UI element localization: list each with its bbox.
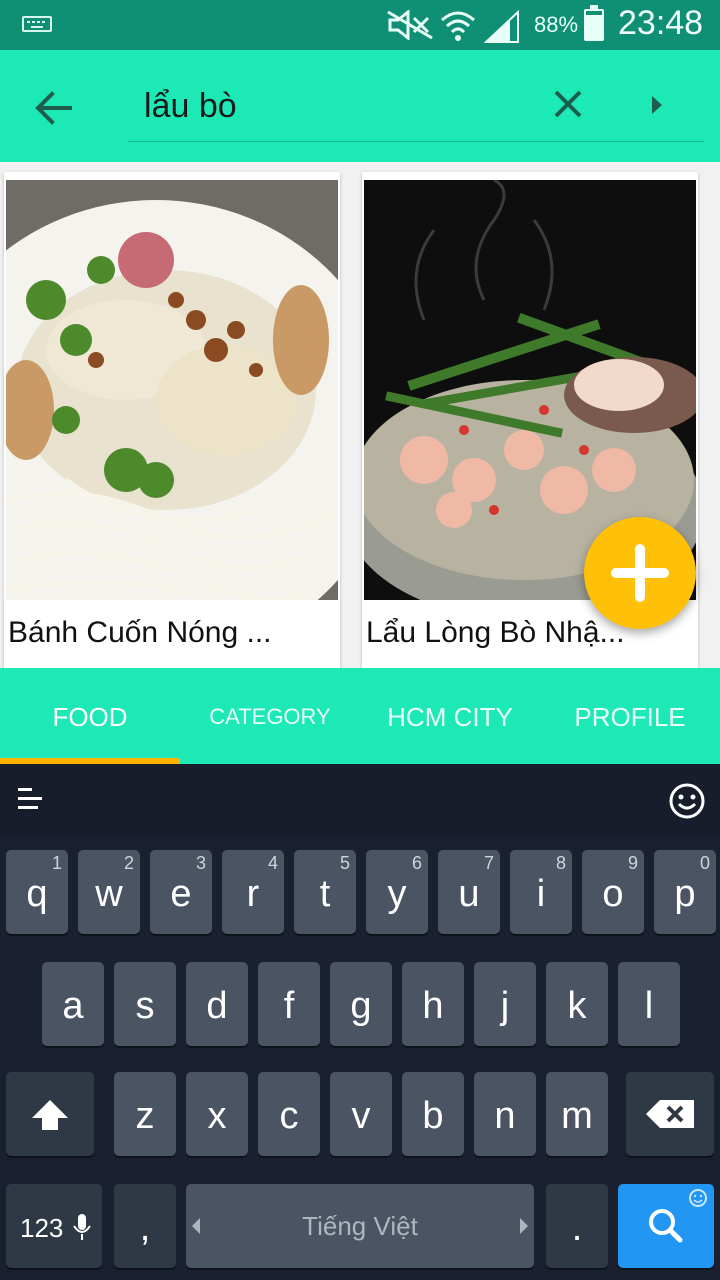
key-char: e [170, 873, 192, 915]
emoji-icon[interactable] [668, 782, 706, 820]
key-i[interactable]: i8 [510, 850, 572, 934]
numbers-key[interactable]: 123 [6, 1184, 102, 1268]
key-e[interactable]: e3 [150, 850, 212, 934]
food-card[interactable]: Bánh Cuốn Nóng ... [4, 172, 340, 668]
key-w[interactable]: w2 [78, 850, 140, 934]
backspace-key[interactable] [626, 1072, 714, 1156]
tab-category[interactable]: CATEGORY [180, 668, 360, 764]
add-button[interactable] [584, 517, 696, 629]
play-arrow-icon[interactable] [646, 90, 670, 120]
key-char: q [26, 873, 48, 915]
mute-icon [387, 10, 433, 40]
keyboard-notification-icon [22, 16, 52, 32]
key-b[interactable]: b [402, 1072, 464, 1156]
key-g[interactable]: g [330, 962, 392, 1046]
key-t[interactable]: t5 [294, 850, 356, 934]
tab-food[interactable]: FOOD [0, 668, 180, 764]
food-image-banh-cuon [6, 180, 338, 600]
soft-keyboard: q1 w2 e3 r4 t5 y6 u7 i8 o9 p0 a s d f g … [0, 764, 720, 1280]
key-q[interactable]: q1 [6, 850, 68, 934]
tab-hcm-city[interactable]: HCM CITY [360, 668, 540, 764]
key-a[interactable]: a [42, 962, 104, 1046]
key-c[interactable]: c [258, 1072, 320, 1156]
food-title: Bánh Cuốn Nóng ... [8, 616, 272, 649]
keyboard-menu-icon[interactable] [18, 786, 44, 812]
search-toolbar [0, 50, 720, 162]
chevron-right-icon [520, 1218, 528, 1234]
key-hint: 3 [195, 853, 206, 873]
keyboard-toolbar [0, 764, 720, 836]
microphone-icon [73, 1214, 91, 1240]
key-y[interactable]: y6 [366, 850, 428, 934]
key-s[interactable]: s [114, 962, 176, 1046]
key-char: o [602, 873, 624, 915]
key-x[interactable]: x [186, 1072, 248, 1156]
wifi-icon [441, 11, 475, 41]
key-j[interactable]: j [474, 962, 536, 1046]
period-key[interactable]: . [546, 1184, 608, 1268]
search-box [128, 70, 704, 142]
bottom-tab-bar: FOOD CATEGORY HCM CITY PROFILE [0, 668, 720, 764]
battery-percent: 88% [534, 12, 579, 37]
battery-icon [584, 5, 604, 41]
key-hint: 2 [123, 853, 134, 873]
key-char: t [319, 873, 331, 915]
key-u[interactable]: u7 [438, 850, 500, 934]
back-arrow-icon[interactable] [30, 84, 78, 132]
key-char: w [95, 873, 123, 915]
key-hint: 8 [555, 853, 566, 873]
status-bar: 88% 23:48 [0, 0, 720, 50]
key-hint: 1 [51, 853, 62, 873]
chevron-left-icon [192, 1218, 200, 1234]
clock: 23:48 [618, 4, 704, 42]
backspace-icon [646, 1100, 694, 1128]
search-input[interactable] [144, 84, 524, 128]
key-hint: 6 [411, 853, 422, 873]
search-key[interactable] [618, 1184, 714, 1268]
key-k[interactable]: k [546, 962, 608, 1046]
key-v[interactable]: v [330, 1072, 392, 1156]
key-h[interactable]: h [402, 962, 464, 1046]
key-char: y [387, 873, 407, 915]
tab-profile[interactable]: PROFILE [540, 668, 720, 764]
key-char: p [674, 873, 696, 915]
key-p[interactable]: p0 [654, 850, 716, 934]
key-hint: 7 [483, 853, 494, 873]
key-o[interactable]: o9 [582, 850, 644, 934]
key-m[interactable]: m [546, 1072, 608, 1156]
clear-icon[interactable] [548, 84, 588, 124]
key-char: r [246, 873, 260, 915]
key-f[interactable]: f [258, 962, 320, 1046]
key-hint: 4 [267, 853, 278, 873]
key-hint: 5 [339, 853, 350, 873]
shift-key[interactable] [6, 1072, 94, 1156]
shift-arrow-icon [32, 1100, 68, 1130]
search-icon [649, 1189, 707, 1243]
key-char: i [536, 873, 546, 915]
key-char: u [458, 873, 480, 915]
key-l[interactable]: l [618, 962, 680, 1046]
plus-icon [611, 544, 669, 602]
key-hint: 0 [699, 853, 710, 873]
space-label: Tiếng Việt [302, 1211, 418, 1241]
key-r[interactable]: r4 [222, 850, 284, 934]
comma-key[interactable]: , [114, 1184, 176, 1268]
key-d[interactable]: d [186, 962, 248, 1046]
key-z[interactable]: z [114, 1072, 176, 1156]
signal-icon [484, 10, 519, 43]
numbers-key-label: 123 [20, 1213, 64, 1243]
key-hint: 9 [627, 853, 638, 873]
space-bar[interactable]: Tiếng Việt [186, 1184, 534, 1268]
key-n[interactable]: n [474, 1072, 536, 1156]
